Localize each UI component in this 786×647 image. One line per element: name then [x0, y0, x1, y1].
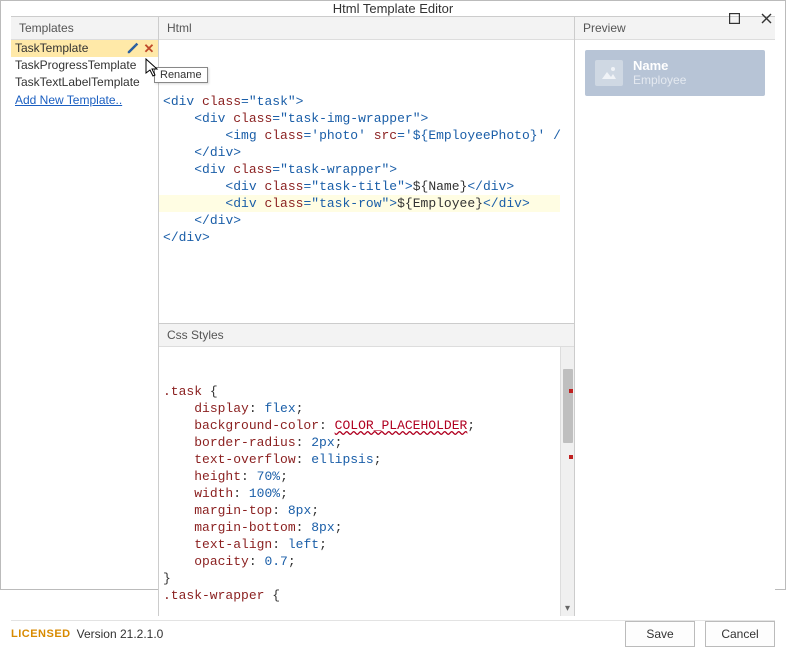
template-item-label: TaskTemplate: [15, 41, 88, 55]
preview-panel: Preview Name Employee: [575, 17, 775, 616]
css-header: Css Styles: [159, 324, 574, 347]
cancel-button[interactable]: Cancel: [705, 621, 775, 647]
preview-body: Name Employee: [575, 40, 775, 616]
pencil-icon[interactable]: [126, 41, 140, 57]
template-item-label: TaskProgressTemplate: [15, 58, 136, 72]
templates-list: TaskTemplate ✕ TaskProgressTemplate Task…: [11, 40, 158, 109]
template-item-task[interactable]: TaskTemplate ✕: [11, 40, 158, 57]
window-title: Html Template Editor: [333, 1, 453, 16]
preview-task-card: Name Employee: [585, 50, 765, 96]
template-item-label: TaskTextLabelTemplate: [15, 75, 140, 89]
placeholder-image-icon: [595, 60, 623, 86]
templates-panel: Templates TaskTemplate ✕ TaskProgressTem…: [11, 17, 159, 616]
maximize-icon[interactable]: [723, 7, 745, 29]
version-label: Version 21.2.1.0: [77, 627, 164, 641]
delete-icon[interactable]: ✕: [142, 41, 156, 55]
templates-header: Templates: [11, 17, 158, 40]
add-template-link[interactable]: Add New Template..: [11, 91, 158, 109]
editor-window: Html Template Editor Templates TaskTempl…: [0, 0, 786, 590]
css-code-editor[interactable]: .task { display: flex; background-color:…: [159, 347, 574, 616]
preview-name-label: Name: [633, 58, 686, 73]
template-item-textlabel[interactable]: TaskTextLabelTemplate: [11, 74, 158, 91]
titlebar: Html Template Editor: [1, 1, 785, 16]
preview-employee-label: Employee: [633, 73, 686, 88]
css-editor-pane: Css Styles .task { display: flex; backgr…: [159, 323, 574, 616]
html-editor-pane: Html <div class="task"> <div class="task…: [159, 17, 574, 323]
html-header: Html: [159, 17, 574, 40]
close-icon[interactable]: [755, 7, 777, 29]
content-area: Templates TaskTemplate ✕ TaskProgressTem…: [11, 16, 775, 616]
html-code-editor[interactable]: <div class="task"> <div class="task-img-…: [159, 40, 574, 323]
save-button[interactable]: Save: [625, 621, 695, 647]
template-item-progress[interactable]: TaskProgressTemplate: [11, 57, 158, 74]
footer: LICENSED Version 21.2.1.0 Save Cancel: [11, 620, 775, 647]
licensed-badge: LICENSED: [11, 628, 71, 640]
editors-panel: Html <div class="task"> <div class="task…: [159, 17, 575, 616]
rename-tooltip: Rename: [154, 67, 208, 83]
